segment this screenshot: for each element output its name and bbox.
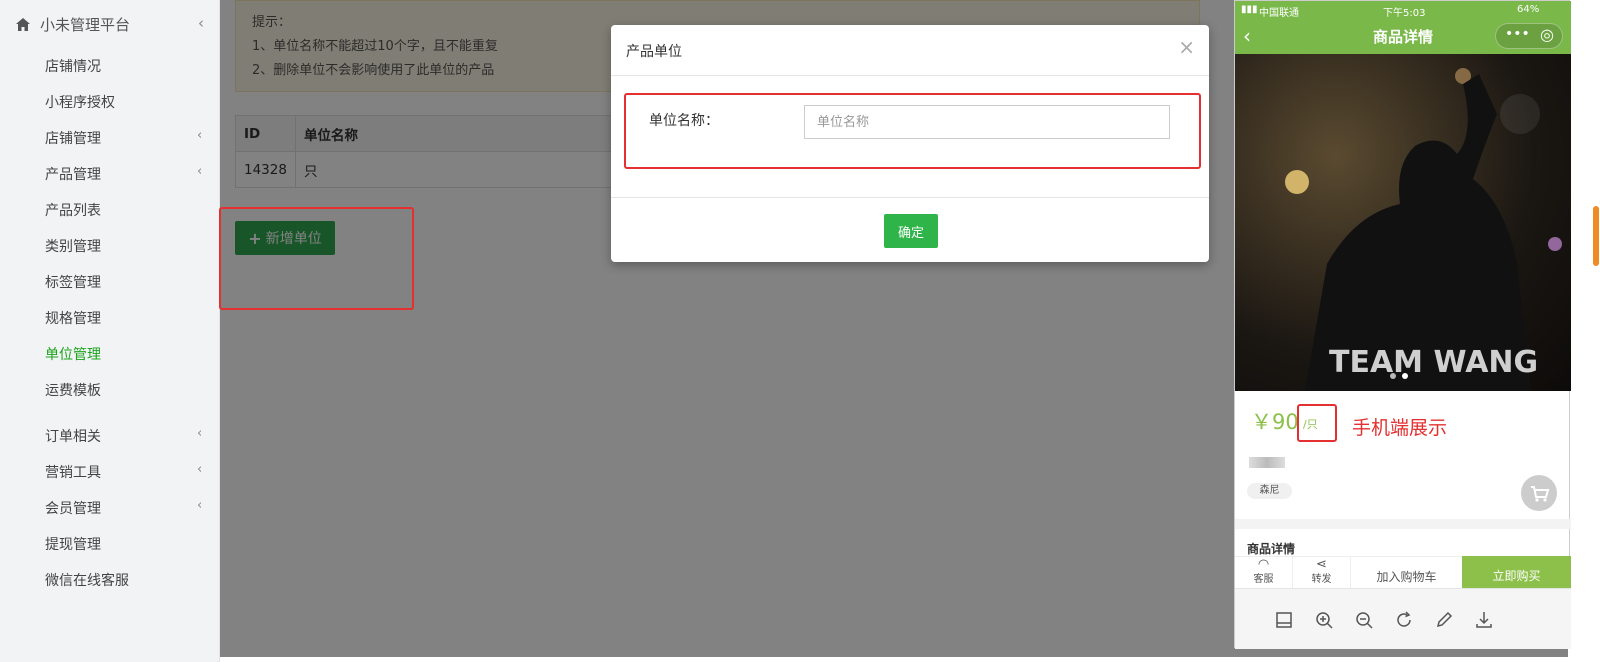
close-icon[interactable]: × xyxy=(1178,35,1195,59)
product-tag: 森尼 xyxy=(1247,483,1292,499)
product-image[interactable]: TEAM WANG xyxy=(1235,54,1571,391)
highlight-box xyxy=(219,207,414,310)
sidebar-item-category[interactable]: 类别管理 xyxy=(45,236,215,258)
detail-title: 商品详情 xyxy=(1247,542,1296,556)
miniprogram-capsule[interactable]: ••• ◎ xyxy=(1495,23,1563,49)
scrollbar[interactable] xyxy=(1593,206,1599,266)
hero-caption: TEAM WANG xyxy=(1329,345,1538,380)
highlight-box xyxy=(1297,404,1337,442)
sidebar-item-label: 营销工具 xyxy=(45,465,101,481)
phone-status-bar: ▮▮▮ 中国联通 下午5:03 64% xyxy=(1235,1,1571,19)
clock: 下午5:03 xyxy=(1383,8,1426,19)
service-button[interactable]: ◠ 客服 xyxy=(1235,557,1293,589)
carrier: 中国联通 xyxy=(1259,8,1299,19)
rotate-icon[interactable] xyxy=(1393,609,1415,631)
sidebar-item-label: 店铺管理 xyxy=(45,131,101,147)
zoom-in-icon[interactable] xyxy=(1313,609,1335,631)
chevron-left-icon: ‹ xyxy=(197,164,203,179)
modal-title: 产品单位 xyxy=(626,44,682,60)
blurred-name xyxy=(1249,457,1285,468)
chevron-left-icon: ‹ xyxy=(197,498,203,513)
sidebar-item-specs[interactable]: 规格管理 xyxy=(45,308,215,330)
divider xyxy=(1235,519,1571,529)
chevron-left-icon: ‹ xyxy=(198,14,204,32)
sidebar-item-label: 会员管理 xyxy=(45,501,101,517)
more-icon[interactable]: ••• xyxy=(1505,26,1530,42)
headset-icon: ◠ xyxy=(1257,557,1270,572)
sidebar-item-units[interactable]: 单位管理 xyxy=(45,344,215,366)
annotation-text: 手机端展示 xyxy=(1352,417,1448,439)
phone-preview: ▮▮▮ 中国联通 下午5:03 64% ‹ 商品详情 ••• ◎ TEAM WA… xyxy=(1234,0,1571,649)
sidebar-item-label: 运费模板 xyxy=(45,383,101,399)
hero-photo: TEAM WANG xyxy=(1285,68,1562,391)
sidebar-item-miniprogram-auth[interactable]: 小程序授权 xyxy=(45,92,215,114)
download-icon[interactable] xyxy=(1473,609,1495,631)
chevron-left-icon: ‹ xyxy=(197,426,203,441)
unit-name-label: 单位名称： xyxy=(649,113,719,129)
sidebar-item-store-overview[interactable]: 店铺情况 xyxy=(45,56,215,78)
unit-modal: 产品单位 × 单位名称： 确定 xyxy=(611,25,1209,262)
sidebar-item-product-management[interactable]: 产品管理 ‹ xyxy=(45,164,215,186)
cart-icon[interactable] xyxy=(1521,475,1557,511)
sidebar-item-label: 标签管理 xyxy=(45,275,101,291)
zoom-out-icon[interactable] xyxy=(1353,609,1375,631)
brand[interactable]: 小未管理平台 ‹ xyxy=(16,14,204,34)
battery-level: 64% xyxy=(1517,4,1540,15)
sidebar-item-label: 订单相关 xyxy=(45,429,101,445)
sidebar-item-label: 提现管理 xyxy=(45,537,101,553)
sidebar-item-members[interactable]: 会员管理 ‹ xyxy=(45,498,215,520)
sidebar-item-label: 规格管理 xyxy=(45,311,101,327)
brand-title: 小未管理平台 xyxy=(40,15,131,34)
home-icon xyxy=(16,17,30,31)
sidebar-item-withdraw[interactable]: 提现管理 xyxy=(45,534,215,556)
preview-toolbar xyxy=(1235,588,1571,649)
divider xyxy=(611,75,1209,76)
chevron-left-icon: ‹ xyxy=(197,128,203,143)
sidebar: 小未管理平台 ‹ 店铺情况 小程序授权 店铺管理 ‹ 产品管理 ‹ 产品列表 类别管… xyxy=(0,0,220,662)
panel-icon[interactable] xyxy=(1273,609,1295,631)
sidebar-item-label: 微信在线客服 xyxy=(45,573,129,589)
sidebar-item-label: 小程序授权 xyxy=(45,95,115,111)
unit-name-input[interactable] xyxy=(804,105,1170,139)
sidebar-item-tags[interactable]: 标签管理 xyxy=(45,272,215,294)
share-button[interactable]: ⋖ 转发 xyxy=(1293,557,1351,589)
add-to-cart-button[interactable]: 加入购物车 xyxy=(1351,557,1462,589)
product-price: ￥90 xyxy=(1251,410,1299,434)
sidebar-item-marketing[interactable]: 营销工具 ‹ xyxy=(45,462,215,484)
sidebar-item-store-management[interactable]: 店铺管理 ‹ xyxy=(45,128,215,150)
sidebar-item-label: 产品列表 xyxy=(45,203,101,219)
sidebar-item-label: 店铺情况 xyxy=(45,59,101,75)
sidebar-item-orders[interactable]: 订单相关 ‹ xyxy=(45,426,215,448)
sidebar-item-label: 产品管理 xyxy=(45,167,101,183)
share-label: 转发 xyxy=(1311,574,1332,585)
phone-nav-bar: ‹ 商品详情 ••• ◎ xyxy=(1235,19,1571,54)
confirm-button[interactable]: 确定 xyxy=(884,214,938,248)
chevron-left-icon: ‹ xyxy=(197,462,203,477)
sidebar-item-shipping-template[interactable]: 运费模板 xyxy=(45,380,215,402)
close-circle-icon[interactable]: ◎ xyxy=(1540,25,1554,44)
buy-now-button[interactable]: 立即购买 xyxy=(1462,556,1571,588)
sidebar-item-label: 单位管理 xyxy=(45,347,101,363)
pencil-icon[interactable] xyxy=(1433,609,1455,631)
signal-icon: ▮▮▮ xyxy=(1241,4,1258,15)
divider xyxy=(611,197,1209,198)
sidebar-item-wechat-service[interactable]: 微信在线客服 xyxy=(45,570,215,592)
sidebar-item-label: 类别管理 xyxy=(45,239,101,255)
sidebar-item-product-list[interactable]: 产品列表 xyxy=(45,200,215,222)
service-label: 客服 xyxy=(1253,574,1274,585)
share-icon: ⋖ xyxy=(1316,557,1327,572)
